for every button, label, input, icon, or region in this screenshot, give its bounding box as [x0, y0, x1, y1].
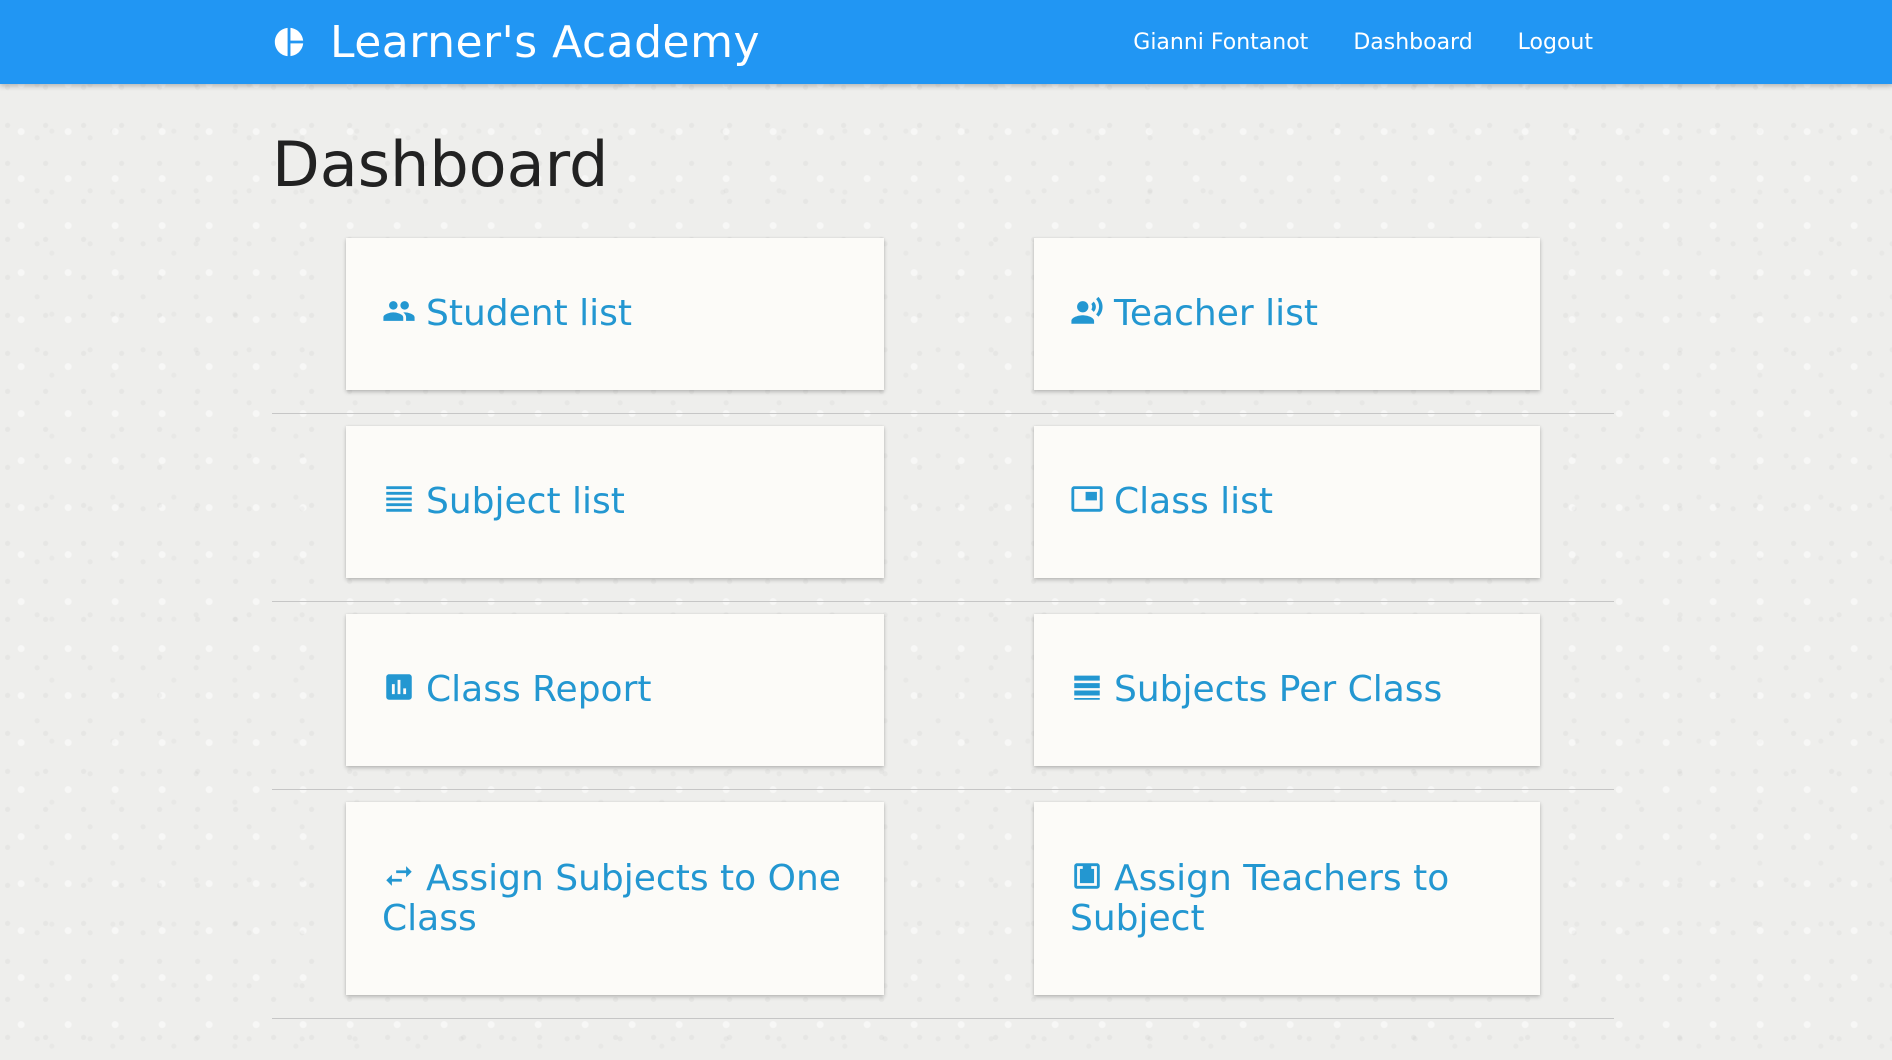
row-divider — [272, 789, 1614, 790]
nav-logout-link[interactable]: Logout — [1518, 30, 1593, 55]
teacher-list-link[interactable]: Teacher list — [1070, 294, 1318, 334]
assign-subjects-card[interactable]: Assign Subjects to One Class — [346, 802, 884, 995]
people-icon — [382, 294, 416, 328]
subjects-per-class-label: Subjects Per Class — [1114, 669, 1443, 710]
subject-list-card[interactable]: Subject list — [346, 426, 884, 578]
teacher-list-card[interactable]: Teacher list — [1034, 238, 1540, 390]
assign-subjects-label: Assign Subjects to One Class — [382, 857, 841, 939]
row-divider — [272, 413, 1614, 414]
row-divider — [272, 1018, 1614, 1019]
assign-subjects-link[interactable]: Assign Subjects to One Class — [382, 857, 848, 939]
subject-list-label: Subject list — [426, 481, 625, 522]
nav-links: Gianni Fontanot Dashboard Logout — [1088, 0, 1593, 84]
view-list-icon — [1070, 670, 1104, 704]
download-box-icon — [1070, 859, 1104, 893]
record-voice-icon — [1070, 294, 1104, 328]
class-list-label: Class list — [1114, 481, 1274, 522]
nav-user-link[interactable]: Gianni Fontanot — [1133, 30, 1308, 55]
student-list-link[interactable]: Student list — [382, 294, 632, 334]
nav-dashboard-link[interactable]: Dashboard — [1353, 30, 1472, 55]
list-lines-icon — [382, 482, 416, 516]
swap-arrows-icon — [382, 859, 416, 893]
assign-teachers-label: Assign Teachers to Subject — [1070, 857, 1450, 939]
top-navbar: Learner's Academy Gianni Fontanot Dashbo… — [0, 0, 1892, 84]
row-divider — [272, 601, 1614, 602]
subjects-per-class-card[interactable]: Subjects Per Class — [1034, 614, 1540, 766]
pie-chart-icon — [272, 25, 306, 59]
class-list-link[interactable]: Class list — [1070, 482, 1273, 522]
subject-list-link[interactable]: Subject list — [382, 482, 625, 522]
bar-chart-icon — [382, 670, 416, 704]
teacher-list-label: Teacher list — [1114, 293, 1318, 334]
subjects-per-class-link[interactable]: Subjects Per Class — [1070, 670, 1442, 710]
class-list-card[interactable]: Class list — [1034, 426, 1540, 578]
class-report-link[interactable]: Class Report — [382, 670, 652, 710]
picture-in-picture-icon — [1070, 482, 1104, 516]
student-list-label: Student list — [426, 293, 633, 334]
brand-link[interactable]: Learner's Academy — [272, 0, 760, 84]
class-report-label: Class Report — [426, 669, 652, 710]
brand-title: Learner's Academy — [330, 16, 761, 68]
assign-teachers-link[interactable]: Assign Teachers to Subject — [1070, 857, 1504, 939]
assign-teachers-card[interactable]: Assign Teachers to Subject — [1034, 802, 1540, 995]
student-list-card[interactable]: Student list — [346, 238, 884, 390]
class-report-card[interactable]: Class Report — [346, 614, 884, 766]
page-title: Dashboard — [272, 128, 609, 201]
